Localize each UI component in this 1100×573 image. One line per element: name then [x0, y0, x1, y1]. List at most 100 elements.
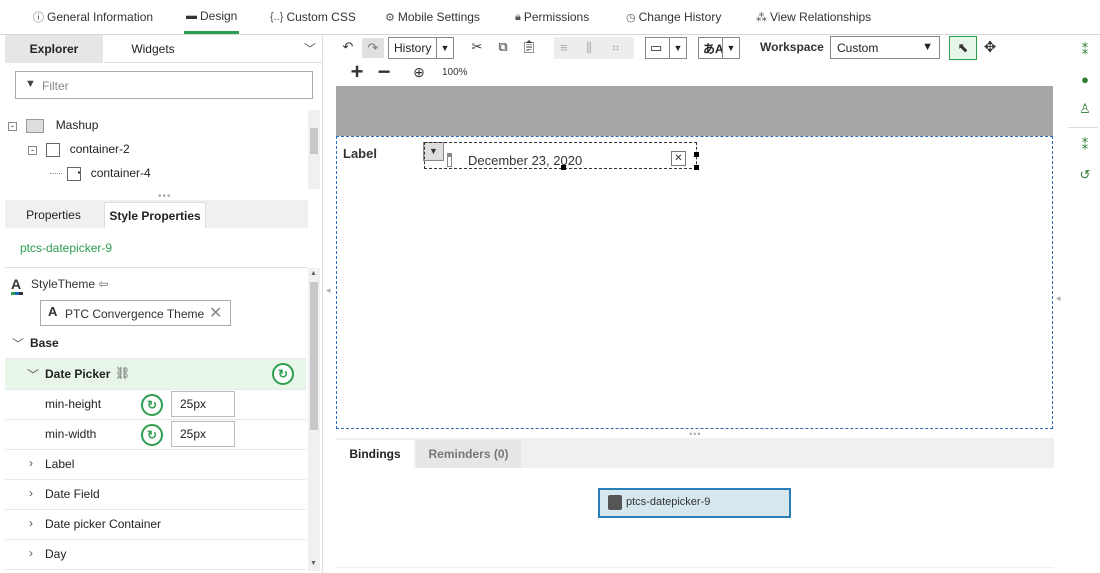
chevron-down-icon: ▼ [669, 38, 686, 58]
reset-icon[interactable]: ↻ [141, 424, 163, 446]
tab-divider [202, 62, 322, 63]
data-icon[interactable]: ● [1076, 70, 1094, 88]
section-date-field[interactable]: › Date Field [5, 480, 306, 510]
cut-icon[interactable]: ✂ [468, 38, 486, 56]
explorer-tree: - Mashup - container-2 ▪ container-4 [5, 110, 308, 189]
chevron-down-icon: ﹀ [27, 368, 40, 382]
mashup-icon [26, 118, 45, 133]
tab-permissions[interactable]: 🔒︎ Permissions [515, 0, 589, 34]
align-horizontal-icon[interactable]: ⫼ [586, 40, 592, 56]
layout-icon: ▭ [650, 40, 663, 55]
datepicker-widget[interactable]: December 23, 2020 ✕ [424, 142, 699, 170]
move-tool-icon[interactable]: ✥ [981, 38, 999, 56]
reset-icon[interactable]: ↻ [272, 363, 294, 385]
fit-icon[interactable]: ⌗ [612, 40, 619, 56]
functions-icon[interactable]: ⁑ [1076, 41, 1094, 59]
css-icon: {..} [270, 11, 284, 23]
min-height-input[interactable]: 25px [171, 391, 235, 417]
tab-bindings[interactable]: Bindings [336, 440, 414, 468]
inherit-icon: ⇦ [98, 277, 109, 291]
collapse-right-icon[interactable]: ◂ [1056, 293, 1061, 304]
resize-handle[interactable] [694, 152, 699, 157]
collapse-icon[interactable]: - [8, 122, 17, 131]
copy-icon[interactable]: ⧉ [494, 38, 512, 56]
props-scrollbar[interactable]: ▲ ▼ [308, 268, 320, 571]
tree-item-mashup[interactable]: - Mashup [8, 118, 98, 133]
divider [1068, 127, 1098, 128]
selected-widget-name: ptcs-datepicker-9 [20, 241, 113, 255]
chevron-down-icon: ▼ [436, 38, 453, 58]
user-icon[interactable]: ♙ [1076, 100, 1094, 118]
tree-scrollbar[interactable] [308, 110, 320, 189]
canvas-header [336, 86, 1053, 136]
chevron-down-icon[interactable]: ﹀ [304, 40, 316, 57]
history-icon[interactable]: ↺ [1076, 166, 1094, 184]
redo-icon[interactable]: ↷ [362, 38, 384, 58]
style-theme-chip[interactable]: A PTC Convergence Theme ✕ [40, 300, 231, 326]
chevron-down-icon: ▼ [722, 38, 739, 58]
tab-style-properties[interactable]: Style Properties [104, 202, 206, 228]
section-label[interactable]: › Label [5, 450, 306, 480]
tab-view-relationships[interactable]: ⁂ View Relationships [756, 0, 871, 34]
zoom-level: 100% [442, 67, 468, 78]
workspace-dropdown[interactable]: Custom ▼ [830, 36, 940, 59]
tab-widgets[interactable]: Widgets [104, 35, 202, 63]
chevron-down-icon: ﹀ [12, 337, 25, 351]
tree-line [50, 173, 62, 175]
align-vertical-icon[interactable]: ≡ [560, 40, 568, 55]
lock-icon: 🔒︎ [515, 10, 521, 23]
chevron-right-icon: › [29, 516, 33, 530]
bindings-area: ptcs-datepicker-9 [336, 468, 1054, 567]
layout-dropdown[interactable]: ▭ ▼ [645, 37, 687, 59]
section-date-picker-container[interactable]: › Date picker Container [5, 510, 306, 540]
tab-explorer[interactable]: Explorer [5, 35, 103, 63]
gear-icon: ⚙ [385, 11, 395, 24]
session-icon[interactable]: ⁑ [1076, 136, 1094, 154]
left-panel: Explorer Widgets ﹀ ▼ Filter - Mashup - c… [0, 35, 323, 573]
undo-icon[interactable]: ↶ [339, 38, 357, 56]
zoom-reset-icon[interactable]: ⊕ [410, 63, 428, 81]
tab-design[interactable]: ▬ Design [184, 0, 240, 34]
info-icon: ⓘ [33, 12, 44, 24]
localization-dropdown[interactable]: あA ▼ [698, 37, 740, 59]
history-dropdown[interactable]: History ▼ [388, 37, 454, 59]
resize-handle[interactable] [561, 165, 566, 170]
tab-general-information[interactable]: ⓘ General Information [33, 0, 153, 34]
select-tool-icon[interactable]: ⬉ [949, 36, 977, 60]
prop-row-min-height: min-height ↻ 25px [5, 390, 306, 420]
mashup-canvas[interactable]: Label ▼ December 23, 2020 ✕ [336, 136, 1053, 429]
zoom-in-icon[interactable]: + [347, 59, 367, 84]
section-date-picker[interactable]: ﹀ Date Picker ⛓ ↻ [5, 359, 306, 390]
style-theme-label: StyleTheme ⇦ [31, 277, 109, 291]
tab-mobile-settings[interactable]: ⚙ Mobile Settings [385, 0, 480, 34]
datepicker-icon [608, 495, 622, 510]
container-icon [46, 142, 61, 157]
collapse-icon[interactable]: - [28, 146, 37, 155]
zoom-out-icon[interactable]: − [374, 59, 394, 84]
locked-container-icon: ▪ [67, 166, 82, 181]
chevron-right-icon: › [29, 456, 33, 470]
tab-reminders[interactable]: Reminders (0) [416, 440, 521, 468]
section-day[interactable]: › Day [5, 540, 306, 570]
reset-icon[interactable]: ↻ [141, 394, 163, 416]
collapse-left-icon[interactable]: ◂ [326, 285, 331, 296]
theme-icon: A [48, 304, 58, 319]
min-width-input[interactable]: 25px [171, 421, 235, 447]
calendar-icon [447, 153, 452, 167]
tab-custom-css[interactable]: {..} Custom CSS [270, 0, 356, 34]
binding-node[interactable]: ptcs-datepicker-9 [598, 488, 791, 518]
filter-input[interactable]: ▼ Filter [15, 71, 313, 99]
remove-icon[interactable]: ✕ [209, 303, 222, 323]
tab-change-history[interactable]: ◷ Change History [626, 0, 721, 34]
tab-properties[interactable]: Properties [5, 202, 102, 228]
prop-row-min-width: min-width ↻ 25px [5, 420, 306, 450]
resize-handle[interactable] [694, 165, 699, 170]
chevron-down-icon: ▼ [922, 41, 933, 53]
tree-item-container-2[interactable]: - container-2 [28, 142, 130, 157]
section-base[interactable]: ﹀ Base [5, 328, 306, 359]
tree-item-container-4[interactable]: ▪ container-4 [50, 166, 151, 181]
clock-icon: ◷ [626, 11, 636, 24]
clear-date-icon[interactable]: ✕ [671, 151, 686, 166]
workspace-label: Workspace [760, 40, 824, 54]
paste-icon[interactable]: 📋︎ [520, 38, 538, 56]
